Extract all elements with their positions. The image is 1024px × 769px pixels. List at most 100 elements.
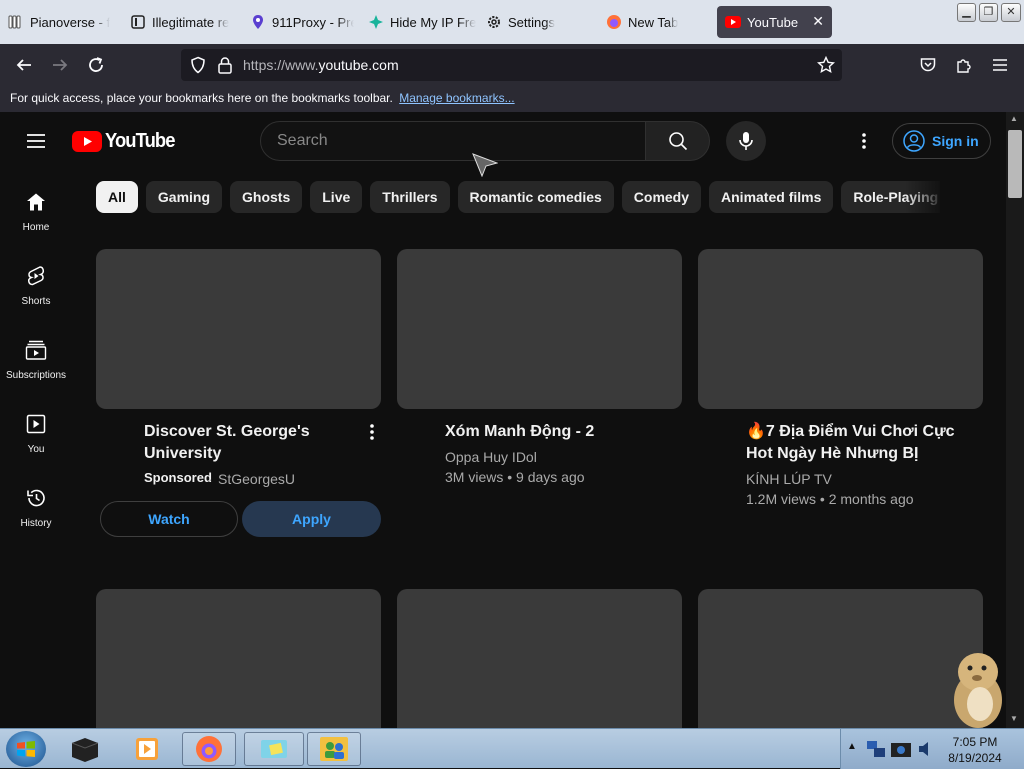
taskbar-media-player[interactable] [120,732,174,766]
tab-label: New Tab [628,14,679,30]
pocket-button[interactable] [915,52,941,78]
back-arrow-icon [16,59,31,71]
chip-ghosts[interactable]: Ghosts [230,181,303,213]
volume-icon [919,742,928,756]
tab-hidemyip[interactable]: Hide My IP Fre [360,6,476,38]
channel-name[interactable]: Oppa Huy IDol [445,447,537,467]
watch-button[interactable]: Watch [100,501,238,537]
search-button[interactable] [645,121,710,161]
video-thumbnail[interactable] [698,589,983,728]
firefox-icon [606,14,622,30]
pocket-icon [920,58,936,72]
chip-thrillers[interactable]: Thrillers [370,181,450,213]
tab-youtube[interactable]: YouTube ✕ [717,6,832,38]
scrollbar-thumb[interactable] [1008,130,1022,198]
bookmark-star-icon[interactable] [816,55,836,79]
firefox-icon [196,736,222,762]
sidebar-item-history[interactable]: History [0,478,72,552]
taskbar-clock[interactable]: 7:05 PM 8/19/2024 [939,734,1011,766]
url-text[interactable]: https://www.youtube.com [243,57,399,73]
taskbar-firefox[interactable] [182,732,236,766]
channel-name[interactable]: StGeorgesU [218,469,295,489]
youtube-logo[interactable]: YouTube [72,129,181,153]
network-icon [867,741,885,757]
url-bar[interactable]: https://www.youtube.com [181,49,842,81]
forward-button[interactable] [47,52,73,78]
video-title[interactable]: Discover St. George's University [144,421,364,465]
maximize-window-button[interactable]: ❐ [979,3,998,22]
page-icon [130,14,146,30]
close-window-button[interactable]: ✕ [1001,3,1021,22]
manage-bookmarks-link[interactable]: Manage bookmarks... [399,91,514,105]
clock-time: 7:05 PM [952,735,998,749]
history-icon [24,486,48,510]
video-thumbnail[interactable] [698,249,983,409]
windows-logo-icon [17,741,35,757]
minimize-window-button[interactable]: ▁ [957,3,976,22]
folder-windows-icon [261,740,287,758]
settings-more-button[interactable] [852,131,876,151]
video-thumbnail[interactable] [397,589,682,728]
back-button[interactable] [11,52,37,78]
chip-romantic-comedies[interactable]: Romantic comedies [457,181,614,213]
search-box[interactable] [260,121,646,161]
tab-label: Pianoverse - f [30,14,111,30]
sidebar-item-label: Subscriptions [5,370,67,381]
video-title[interactable]: Xóm Manh Động - 2 [445,421,665,443]
video-title[interactable]: 🔥7 Địa Điểm Vui Chơi Cực Hot Ngày Hè Như… [746,421,966,465]
sidebar-item-label: History [20,518,52,529]
video-thumbnail[interactable] [397,249,682,409]
taskbar-users-app[interactable] [307,732,361,766]
taskbar-app-box[interactable] [58,732,112,766]
sidebar-item-you[interactable]: You [0,404,72,478]
chip-gaming[interactable]: Gaming [145,181,223,213]
video-thumbnail[interactable] [96,589,381,728]
sidebar-item-shorts[interactable]: Shorts [0,256,72,330]
filter-chip-bar: All Gaming Ghosts Live Thrillers Romantic com… [96,181,940,213]
clock-date: 8/19/2024 [948,751,1002,765]
lock-icon[interactable] [217,56,233,79]
show-hidden-icons-arrow-icon[interactable]: ▲ [847,741,857,752]
ad-more-button[interactable] [362,422,382,442]
channel-name[interactable]: KÍNH LÚP TV [746,469,832,489]
sponsored-badge: Sponsored [144,470,212,485]
start-button[interactable] [6,731,46,767]
scroll-up-arrow-icon[interactable]: ▲ [1010,114,1018,123]
taskbar-explorer[interactable] [244,732,304,766]
app-menu-button[interactable] [987,52,1013,78]
logo-text: YouTube [105,129,175,152]
tab-new-tab[interactable]: New Tab [598,6,714,38]
chip-scroll-fade [905,181,945,213]
tab-settings[interactable]: Settings [478,6,596,38]
url-scheme: https://www. [243,57,319,73]
tracking-shield-icon[interactable] [189,56,207,79]
scroll-down-arrow-icon[interactable]: ▼ [1010,714,1018,723]
gear-icon [486,14,502,30]
tab-pianoverse[interactable]: Pianoverse - f [0,6,120,38]
chip-all[interactable]: All [96,181,138,213]
tab-911proxy[interactable]: 911Proxy - Pre [242,6,354,38]
video-thumbnail[interactable] [96,249,381,409]
search-input[interactable] [277,132,617,150]
media-player-icon [136,738,158,760]
reload-button[interactable] [83,52,109,78]
voice-search-button[interactable] [726,121,766,161]
chip-live[interactable]: Live [310,181,363,213]
chip-animated-films[interactable]: Animated films [709,181,834,213]
reload-icon [89,57,103,72]
chip-comedy[interactable]: Comedy [621,181,702,213]
guide-menu-button[interactable] [22,129,50,153]
forward-arrow-icon [53,59,68,71]
close-tab-icon[interactable]: ✕ [812,13,824,30]
search-icon [668,132,687,151]
video-stats: 3M views • 9 days ago [445,469,585,485]
black-box-app-icon [71,738,99,762]
tab-illegitimate[interactable]: Illegitimate re [122,6,240,38]
page-scrollbar[interactable]: ▲ ▼ [1006,112,1024,728]
sidebar-item-subscriptions[interactable]: Subscriptions [0,330,72,404]
extensions-button[interactable] [951,52,977,78]
apply-button[interactable]: Apply [242,501,381,537]
sign-in-button[interactable]: Sign in [892,123,991,159]
bookmarks-hint: For quick access, place your bookmarks h… [10,91,393,105]
sidebar-item-home[interactable]: Home [0,182,72,256]
